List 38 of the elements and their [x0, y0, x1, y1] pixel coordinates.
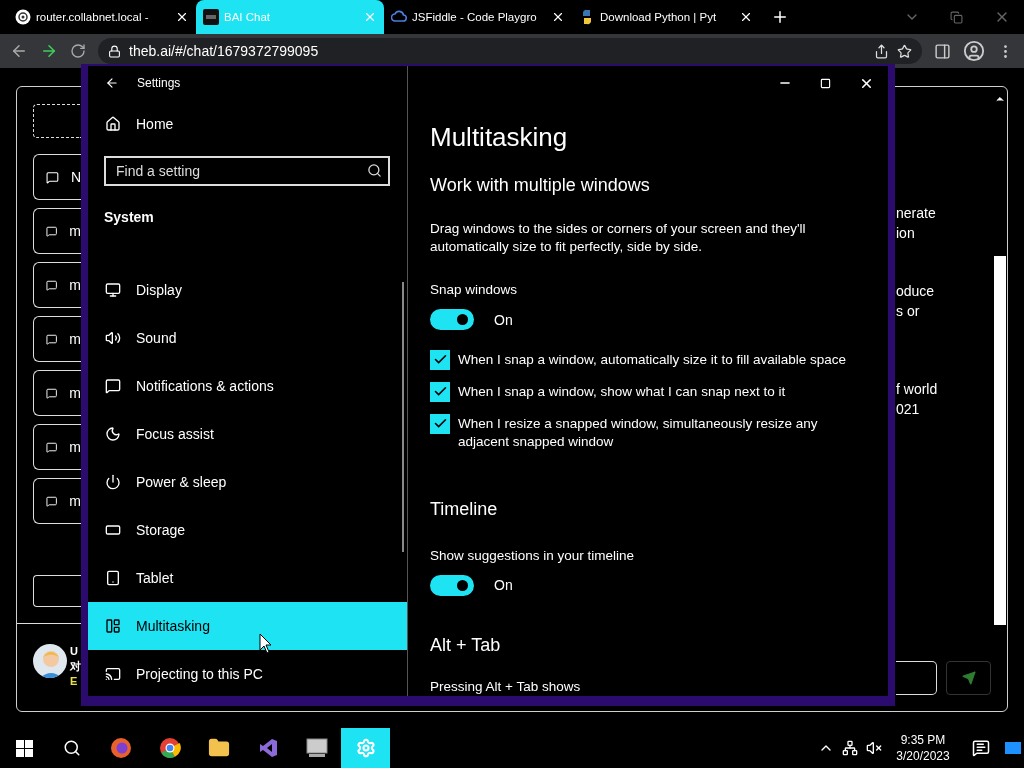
message-text: oduce	[896, 282, 936, 301]
nav-item[interactable]: Notifications & actions	[88, 362, 407, 410]
toggle-state: On	[494, 577, 513, 594]
address-bar[interactable]: theb.ai/#/chat/1679372799095	[98, 38, 922, 64]
nav-item[interactable]: Multitasking	[88, 602, 407, 650]
message-text: nerate	[896, 204, 937, 223]
checkbox-label: When I snap a window, show what I can snap next to it	[458, 382, 786, 401]
setting-label: Snap windows	[430, 281, 519, 299]
section-heading: Work with multiple windows	[430, 174, 651, 197]
toggle-state: On	[494, 311, 513, 328]
message-text: 021	[896, 400, 921, 419]
message-text: f world	[896, 380, 939, 399]
nav-item[interactable]: Storage	[88, 506, 407, 554]
section-label: System	[104, 209, 155, 227]
section-description: Drag windows to the sides or corners of your screen and they'll automatically size to fit perfectly, side by side.	[430, 220, 807, 256]
setting-label: Pressing Alt + Tab shows	[430, 678, 582, 696]
nav-item[interactable]: Tablet	[88, 554, 407, 602]
user-status: E	[70, 674, 78, 689]
home-link[interactable]: Home	[88, 100, 407, 148]
user-text: 对	[70, 659, 81, 674]
checkbox-label: When I resize a snapped window, simultaneously resize any adjacent snapped window	[458, 414, 819, 451]
nav-item[interactable]: Focus assist	[88, 410, 407, 458]
nav-item[interactable]: Projecting to this PC	[88, 650, 407, 696]
message-text: s or	[896, 302, 921, 321]
url-text: theb.ai/#/chat/1679372799095	[129, 43, 320, 59]
nav-item[interactable]: Power & sleep	[88, 458, 407, 506]
section-heading: Alt + Tab	[430, 634, 502, 657]
clock[interactable]: 9:35 PM 3/20/2023	[886, 728, 960, 768]
nav-item[interactable]: Sound	[88, 314, 407, 362]
checkbox-label: When I snap a window, automatically size it to fill available space	[458, 350, 846, 369]
section-heading: Timeline	[430, 497, 499, 521]
window-title: Settings	[137, 76, 181, 90]
user-name: U	[70, 644, 78, 659]
message-text: ion	[896, 224, 916, 243]
nav-item[interactable]: Display	[88, 266, 407, 314]
page-title: Multitasking	[430, 121, 569, 154]
setting-label: Show suggestions in your timeline	[430, 546, 636, 565]
search-field[interactable]: Find a setting	[104, 156, 390, 186]
